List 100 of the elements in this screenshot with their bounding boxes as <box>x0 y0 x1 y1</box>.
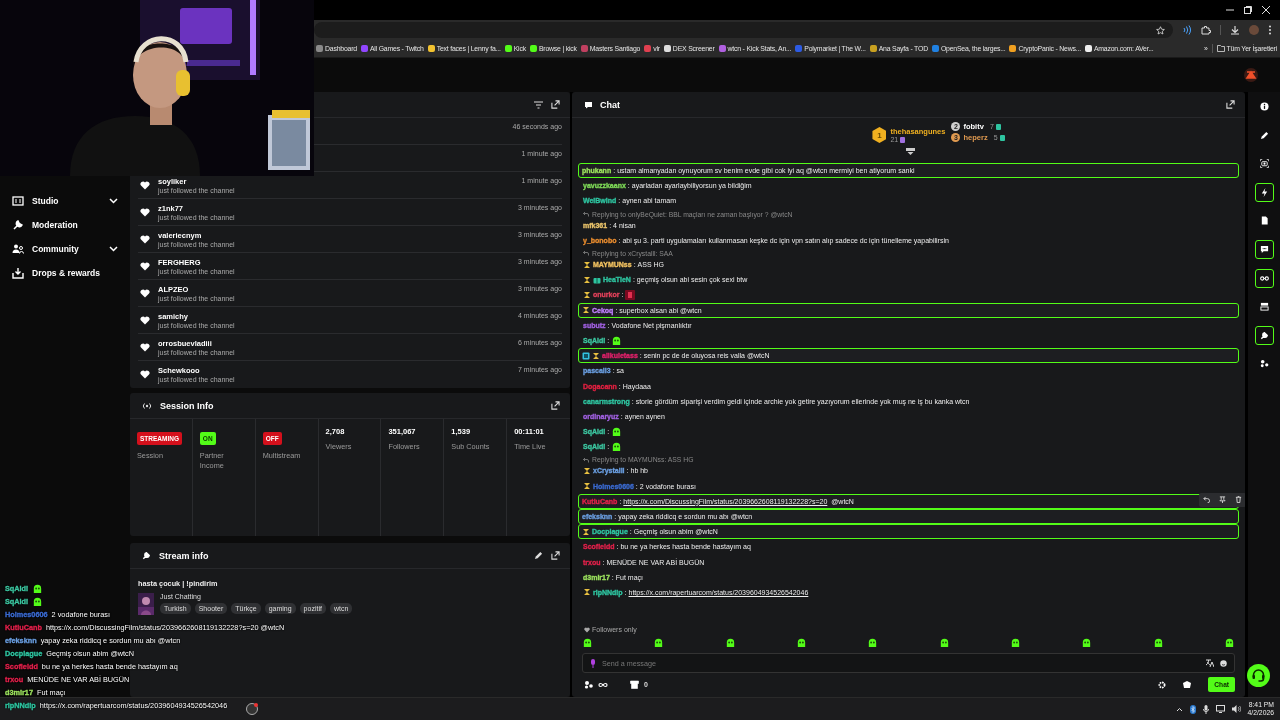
chat-icon <box>584 100 593 109</box>
app-circle-icon[interactable] <box>246 703 258 715</box>
reply-icon <box>583 250 589 257</box>
emote-icon <box>1081 637 1093 648</box>
display-icon[interactable] <box>1215 705 1225 713</box>
bluetooth-icon[interactable] <box>1189 704 1196 714</box>
infinity-icon <box>598 681 608 688</box>
microphone-icon[interactable] <box>1202 704 1209 714</box>
speaker-icon[interactable] <box>1231 705 1241 713</box>
emote-icon <box>32 596 44 607</box>
sidebar-item[interactable]: Moderation <box>0 213 130 237</box>
nodes-icon <box>1259 359 1269 369</box>
info-icon <box>1259 102 1269 111</box>
heart-icon <box>140 288 150 298</box>
camera-icon <box>1259 159 1269 169</box>
bolt-icon <box>1259 187 1269 197</box>
broadcast-icon <box>142 401 152 410</box>
bolt-button[interactable] <box>1254 182 1274 202</box>
folder-icon <box>1216 45 1225 52</box>
reply-icon <box>583 211 589 218</box>
popout-icon[interactable] <box>551 100 560 109</box>
emote-icon <box>611 426 623 438</box>
wrench-button[interactable] <box>1254 325 1274 345</box>
chevron-down-icon[interactable] <box>109 198 118 204</box>
emote-icon <box>1223 637 1235 648</box>
emote-picker-icon[interactable] <box>1182 680 1193 689</box>
menu-icon[interactable] <box>1268 25 1272 35</box>
panel-title: Session Info <box>160 400 214 411</box>
gift-icon <box>593 275 601 284</box>
studio-icon <box>12 195 24 207</box>
download-icon[interactable] <box>1230 25 1240 35</box>
restore-icon[interactable] <box>1244 6 1252 14</box>
star-icon[interactable] <box>1156 25 1165 35</box>
cast-icon[interactable] <box>1182 25 1192 35</box>
heart-icon <box>140 180 150 190</box>
close-icon[interactable] <box>1262 6 1270 14</box>
wrench-icon <box>142 551 151 560</box>
heart-icon <box>140 207 150 217</box>
chevron-up-icon[interactable] <box>1175 706 1183 712</box>
sidebar-item[interactable]: Studio <box>0 189 130 213</box>
heart-icon <box>140 370 150 379</box>
link-button[interactable] <box>1254 268 1274 288</box>
gift-icon <box>900 136 906 143</box>
emote-icon <box>796 637 807 648</box>
pin-icon[interactable] <box>1219 496 1226 504</box>
extension-icon[interactable] <box>1201 25 1211 35</box>
pencil-icon <box>1259 130 1269 140</box>
emote-icon <box>625 289 636 300</box>
mic-icon[interactable] <box>590 658 596 668</box>
hourglass-icon <box>592 351 600 360</box>
chevron-down-icon[interactable] <box>109 246 118 252</box>
emote-icon <box>611 334 623 346</box>
heart-icon <box>140 315 150 325</box>
emote-icon <box>32 583 44 594</box>
sidebar-item[interactable]: Drops & rewards <box>0 261 130 285</box>
translate-icon[interactable] <box>1206 659 1214 667</box>
square-icon <box>582 351 590 360</box>
community-icon <box>12 243 24 255</box>
settings-icon[interactable] <box>1158 680 1167 689</box>
store-icon[interactable] <box>630 680 639 689</box>
logo-icon[interactable] <box>1244 68 1258 82</box>
filter-icon[interactable] <box>534 100 543 109</box>
link-icon <box>1259 273 1269 283</box>
chat-icon <box>1259 244 1269 254</box>
trash-icon[interactable] <box>1235 496 1242 504</box>
sidebar-item[interactable]: Community <box>0 237 130 261</box>
help-button[interactable] <box>1247 664 1270 687</box>
smiley-icon[interactable] <box>1220 659 1227 667</box>
heart-icon <box>140 234 150 244</box>
emote-icon <box>1152 637 1164 648</box>
heart-icon <box>140 342 150 352</box>
emote-icon <box>867 637 879 648</box>
emote-icon <box>582 637 593 648</box>
emote-icon <box>938 637 950 648</box>
points-icon[interactable] <box>584 680 593 689</box>
heart-icon <box>140 261 150 271</box>
stack-icon <box>1259 302 1269 312</box>
popout-icon[interactable] <box>551 551 560 560</box>
emote-icon <box>653 637 665 648</box>
emote-icon <box>724 637 736 648</box>
panel-title: Stream info <box>159 550 209 561</box>
rank-badge: 1 <box>872 127 887 143</box>
emote-icon <box>611 441 623 453</box>
hourglass-icon <box>583 588 591 597</box>
reply-icon[interactable] <box>1203 496 1210 504</box>
hourglass-icon <box>582 527 590 536</box>
note-icon <box>1259 216 1269 226</box>
popout-icon[interactable] <box>551 401 560 410</box>
drops-icon <box>12 267 24 279</box>
pin-arrow-icon[interactable] <box>906 148 915 155</box>
emote-icon <box>1009 637 1021 648</box>
reply-icon <box>583 456 589 463</box>
moderation-icon <box>12 219 24 231</box>
heart-icon <box>584 626 590 633</box>
panel-title: Chat <box>600 99 620 110</box>
pencil-icon[interactable] <box>534 551 543 560</box>
wrench-icon <box>1259 330 1269 340</box>
popout-icon[interactable] <box>1226 100 1235 109</box>
minimize-icon[interactable] <box>1226 6 1234 14</box>
chat-button[interactable] <box>1254 239 1274 259</box>
